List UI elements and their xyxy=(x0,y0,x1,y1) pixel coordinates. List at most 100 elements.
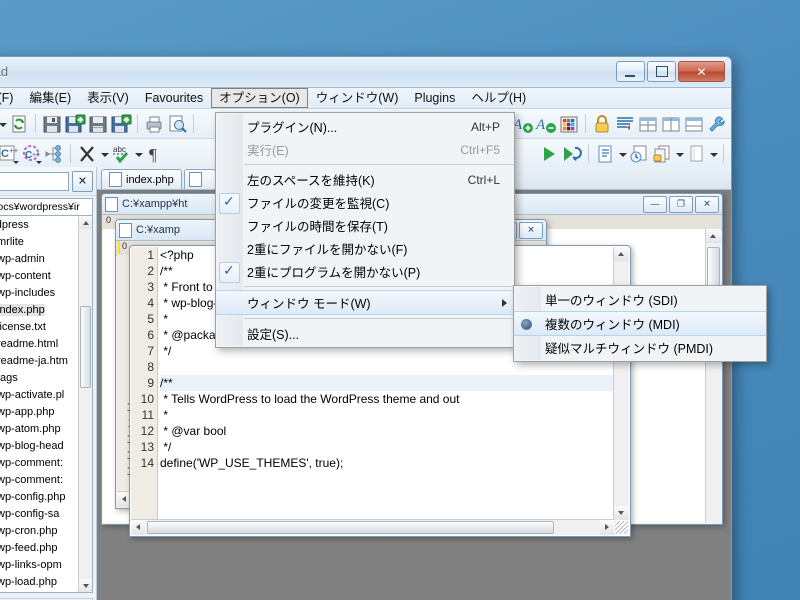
cut-icon[interactable] xyxy=(76,143,98,165)
menu-options[interactable]: オプション(O) xyxy=(211,88,308,108)
file-icon xyxy=(119,222,132,238)
menu-item[interactable]: プラグイン(N)... Alt+P xyxy=(216,115,514,138)
scroll-up-arrow-icon[interactable] xyxy=(706,229,721,243)
file-list[interactable]: wordpress mrlite wp-admin wp-content wp-inc… xyxy=(0,215,93,593)
submenu-item[interactable]: 単一のウィンドウ (SDI) xyxy=(514,288,766,311)
menu-file[interactable]: ル(F) xyxy=(0,88,21,108)
line-number: 13 xyxy=(140,440,154,454)
code-line[interactable]: define('WP_USE_THEMES', true); xyxy=(160,455,629,471)
scrollbar-thumb[interactable] xyxy=(80,306,91,388)
mdi-back-minimize[interactable]: — xyxy=(643,195,667,213)
page-icon[interactable] xyxy=(685,143,707,165)
menu-item[interactable]: ファイルの変更を監視(C) xyxy=(216,191,514,214)
wrench-icon[interactable] xyxy=(706,113,728,135)
scroll-left-arrow-icon[interactable] xyxy=(131,520,145,535)
menu-plugins[interactable]: Plugins xyxy=(406,88,463,108)
spellcheck-icon[interactable]: abc xyxy=(110,143,132,165)
menu-view[interactable]: 表示(V) xyxy=(79,88,137,108)
line-number: 6 xyxy=(147,328,154,342)
line-number: 7 xyxy=(147,344,154,358)
line-number: 4 xyxy=(147,296,154,310)
mdi-back-title: C:¥xampp¥ht xyxy=(122,198,188,210)
reload-icon[interactable] xyxy=(8,113,30,135)
code-line[interactable]: * @var bool xyxy=(160,423,629,439)
copy-lock-icon[interactable] xyxy=(651,143,673,165)
file-name-label: wp-config-sa xyxy=(0,507,60,520)
print-preview-icon[interactable] xyxy=(166,113,188,135)
pilcrow-icon[interactable]: ¶ xyxy=(144,143,166,165)
toolbar-separator xyxy=(585,114,586,133)
menu-item[interactable]: 2重にプログラムを開かない(P) xyxy=(216,260,514,283)
file-list-scrollbar[interactable] xyxy=(78,216,92,592)
spell-dropdown-arrow-icon[interactable] xyxy=(133,143,143,165)
save-as-icon[interactable] xyxy=(110,113,132,135)
drive-combo[interactable] xyxy=(0,171,69,191)
split-vertical-icon[interactable] xyxy=(660,113,682,135)
table-icon[interactable] xyxy=(637,113,659,135)
copy-dropdown-arrow-icon[interactable] xyxy=(674,143,684,165)
mdi-back-restore[interactable]: ❐ xyxy=(669,195,693,213)
file-name-label: wp-load.php xyxy=(0,575,57,588)
submenu-item[interactable]: 疑似マルチウィンドウ (PMDI) xyxy=(514,336,766,359)
menu-item[interactable]: ファイルの時間を保存(T) xyxy=(216,214,514,237)
menu-item[interactable]: ウィンドウ モード(W) xyxy=(216,290,514,315)
save-icon[interactable] xyxy=(41,113,63,135)
cut-dropdown-arrow-icon[interactable] xyxy=(99,143,109,165)
file-name-label: license.txt xyxy=(0,320,46,333)
submenu-item-label: 疑似マルチウィンドウ (PMDI) xyxy=(545,342,714,356)
maximize-button[interactable] xyxy=(647,61,676,82)
code-line[interactable]: * Tells WordPress to load the WordPress … xyxy=(160,391,629,407)
open-dropdown-arrow-icon[interactable] xyxy=(0,113,7,135)
code-line[interactable]: /** xyxy=(160,375,629,391)
run-icon[interactable] xyxy=(538,143,560,165)
menu-help[interactable]: ヘルプ(H) xyxy=(463,88,534,108)
split-horizontal-icon[interactable] xyxy=(683,113,705,135)
file-name-label: wp-feed.php xyxy=(0,541,58,554)
file-icon xyxy=(109,172,122,187)
save-all-icon[interactable] xyxy=(87,113,109,135)
mdi-middle-close[interactable]: ✕ xyxy=(519,221,543,239)
menu-window[interactable]: ウィンドウ(W) xyxy=(308,88,407,108)
clock-icon[interactable] xyxy=(628,143,650,165)
mdi-back-close[interactable]: ✕ xyxy=(695,195,719,213)
menu-item[interactable]: 2重にファイルを開かない(F) xyxy=(216,237,514,260)
font-increase-icon[interactable]: A xyxy=(512,113,534,135)
font-decrease-icon[interactable]: A xyxy=(535,113,557,135)
scroll-up-arrow-icon[interactable] xyxy=(79,216,92,229)
tab-index-php[interactable]: index.php xyxy=(101,169,182,189)
menu-item[interactable]: 設定(S)... xyxy=(216,322,514,345)
minimize-button[interactable] xyxy=(616,61,645,82)
scroll-down-arrow-icon[interactable] xyxy=(79,579,92,592)
menu-edit[interactable]: 編集(E) xyxy=(21,88,79,108)
menu-item[interactable]: 左のスペースを維持(K) Ctrl+L xyxy=(216,168,514,191)
scroll-down-arrow-icon[interactable] xyxy=(614,506,629,520)
code-explorer-icon[interactable] xyxy=(43,143,65,165)
page-dropdown-arrow-icon[interactable] xyxy=(708,143,718,165)
run-compile-icon[interactable] xyxy=(561,143,583,165)
submenu-item-label: 単一のウィンドウ (SDI) xyxy=(545,294,678,308)
hscrollbar-thumb[interactable] xyxy=(147,521,554,534)
tab-secondary[interactable] xyxy=(183,169,216,189)
submenu-item[interactable]: 複数のウィンドウ (MDI) xyxy=(514,311,766,336)
cpp-refresh-icon[interactable]: C ++ xyxy=(20,143,42,165)
close-panel-button[interactable]: ✕ xyxy=(72,170,93,192)
window-titlebar[interactable]: Pad ✕ xyxy=(0,57,731,88)
code-line[interactable]: * xyxy=(160,407,629,423)
close-button[interactable]: ✕ xyxy=(678,61,725,82)
menu-favourites[interactable]: Favourites xyxy=(137,88,211,108)
save-new-icon[interactable] xyxy=(64,113,86,135)
line-number: 5 xyxy=(147,312,154,326)
print-icon[interactable] xyxy=(143,113,165,135)
wrap-icon[interactable] xyxy=(614,113,636,135)
mdi-back-vscrollbar[interactable] xyxy=(705,229,721,523)
color-palette-icon[interactable] xyxy=(558,113,580,135)
code-line[interactable]: */ xyxy=(160,439,629,455)
mdi-front-hscrollbar[interactable] xyxy=(131,519,614,535)
script-dropdown-arrow-icon[interactable] xyxy=(617,143,627,165)
script-icon[interactable] xyxy=(594,143,616,165)
lock-icon[interactable] xyxy=(591,113,613,135)
scroll-up-arrow-icon[interactable] xyxy=(614,247,629,261)
cpp-icon[interactable]: C ++ xyxy=(0,143,19,165)
resize-grip[interactable] xyxy=(615,521,628,534)
scroll-right-arrow-icon[interactable] xyxy=(600,520,614,535)
